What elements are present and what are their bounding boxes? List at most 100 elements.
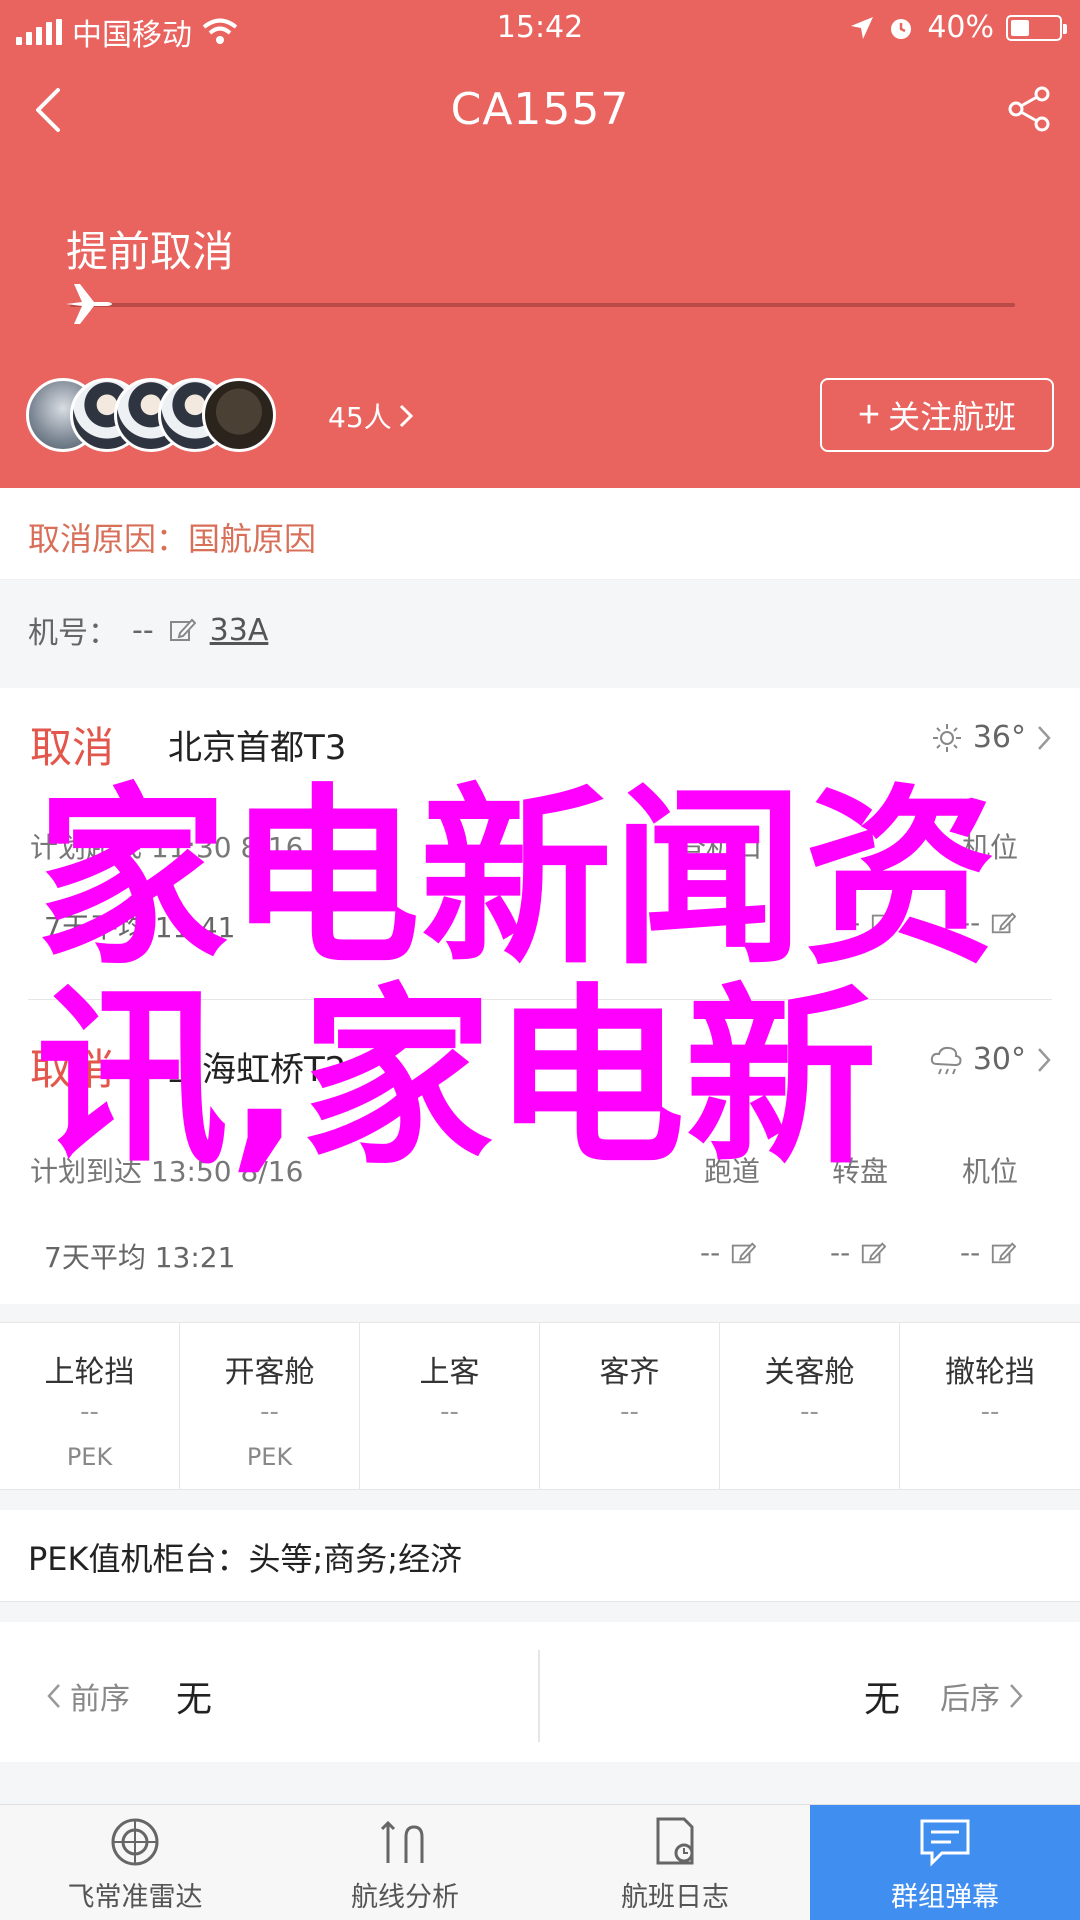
- gate-value[interactable]: --: [840, 906, 897, 939]
- arrival-weather: 30°: [929, 1042, 1052, 1077]
- cancel-reason-row: 取消原因：国航原因: [0, 488, 1080, 580]
- gate-value-text: --: [840, 906, 861, 939]
- tab-label: 飞常准雷达: [67, 1882, 203, 1913]
- departure-block[interactable]: 取消 北京首都T3 36° 计划起飞 11:30 8/16 登机口 机位 7天平…: [0, 688, 1080, 1000]
- average-time: 11:41: [154, 911, 236, 944]
- position-column-header: 机位: [961, 1155, 1018, 1188]
- grid-cell-value: --: [800, 1397, 819, 1427]
- status-bar: 中国移动 15:42 40%: [0, 0, 1080, 54]
- arrival-average: 7天平均 13:21: [44, 1236, 235, 1276]
- flight-sequence-row: 前序 无 无 后序: [0, 1622, 1080, 1762]
- runway-value-text: --: [700, 1236, 721, 1269]
- previous-flight-button[interactable]: 前序: [46, 1674, 130, 1718]
- gate-column-header: 登机口: [677, 831, 762, 864]
- carousel-column-header: 转盘: [831, 1155, 888, 1188]
- chevron-left-icon: [47, 1684, 60, 1708]
- tab-label: 群组弹幕: [891, 1882, 999, 1913]
- grid-cell: 撤轮挡 --: [900, 1323, 1080, 1491]
- battery-percent: 40%: [927, 10, 994, 45]
- arrival-airport: 上海虹桥T2: [168, 1050, 347, 1090]
- tab-group-danmaku[interactable]: 群组弹幕: [810, 1805, 1080, 1920]
- followers-count[interactable]: 45人: [328, 396, 414, 436]
- follower-avatars[interactable]: [26, 378, 326, 454]
- log-icon: [656, 1817, 694, 1865]
- bottom-tab-bar: 飞常准雷达 航线分析 航班日志 群组弹幕: [0, 1804, 1080, 1920]
- aircraft-label: 机号：: [28, 616, 118, 651]
- departure-average: 7天平均 11:41: [44, 906, 235, 946]
- tab-label: 航线分析: [351, 1882, 459, 1913]
- aircraft-type-link[interactable]: 33A: [210, 613, 269, 648]
- average-label: 7天平均: [44, 911, 146, 944]
- aircraft-number: --: [132, 612, 154, 648]
- edit-icon: [732, 1241, 757, 1263]
- tab-label: 航班日志: [621, 1882, 729, 1913]
- next-flight-button[interactable]: 后序: [940, 1674, 1024, 1718]
- arrival-block[interactable]: 取消 上海虹桥T2 30° 计划到达 13:50 8/16 跑道 转盘 机位 7…: [0, 1000, 1080, 1304]
- flight-number-title: CA1557: [450, 84, 630, 135]
- grid-cell: 客齐 --: [540, 1323, 720, 1491]
- tab-radar[interactable]: 飞常准雷达: [0, 1805, 270, 1920]
- grid-cell-label: 开客舱: [224, 1355, 315, 1390]
- section-gap: [0, 1304, 1080, 1322]
- edit-icon: [992, 1241, 1017, 1263]
- departure-temperature: 36°: [972, 720, 1026, 755]
- carousel-value[interactable]: --: [830, 1236, 887, 1269]
- plane-icon: [66, 284, 112, 324]
- follow-flight-label: 关注航班: [888, 399, 1017, 435]
- section-gap: [0, 1490, 1080, 1510]
- flight-header: 中国移动 15:42 40% CA1557 提前取消 45人 + 关注航班: [0, 0, 1080, 488]
- alarm-icon: [891, 18, 912, 39]
- arrival-status: 取消: [30, 1045, 115, 1094]
- grid-cell: 开客舱 -- PEK: [180, 1323, 360, 1491]
- cancel-reason-text: 取消原因：国航原因: [28, 520, 317, 558]
- previous-flight-value: 无: [176, 1679, 213, 1720]
- cloud-rain-icon: [930, 1046, 962, 1074]
- position-value-text: --: [960, 906, 981, 939]
- section-gap: [0, 1762, 1080, 1804]
- arrival-temperature: 30°: [972, 1042, 1026, 1077]
- avatar: [202, 378, 276, 452]
- radar-icon: [111, 1818, 159, 1866]
- navigation-bar: CA1557: [0, 70, 1080, 150]
- position-value[interactable]: --: [960, 1236, 1017, 1269]
- edit-icon[interactable]: [168, 616, 196, 644]
- arrival-scheduled: 计划到达 13:50 8/16: [30, 1150, 303, 1190]
- follow-flight-button[interactable]: + 关注航班: [820, 378, 1054, 452]
- next-flight-value: 无: [864, 1679, 901, 1720]
- grid-cell-code: PEK: [66, 1443, 113, 1471]
- scheduled-time: 11:30: [150, 831, 232, 864]
- divider: [538, 1650, 540, 1742]
- average-label: 7天平均: [44, 1241, 146, 1274]
- grid-cell-label: 撤轮挡: [945, 1355, 1035, 1390]
- section-gap: [0, 1602, 1080, 1622]
- route-icon: [380, 1820, 424, 1863]
- departure-scheduled: 计划起飞 11:30 8/16: [30, 826, 303, 866]
- location-arrow-icon: [851, 16, 874, 39]
- departure-status: 取消: [30, 723, 115, 772]
- chevron-right-icon: [1010, 1684, 1023, 1708]
- grid-cell-code: PEK: [246, 1443, 293, 1471]
- tab-route-analysis[interactable]: 航线分析: [270, 1805, 540, 1920]
- position-value[interactable]: --: [960, 906, 1017, 939]
- scheduled-date: 8/16: [240, 1155, 304, 1188]
- grid-cell: 上客 --: [360, 1323, 540, 1491]
- average-time: 13:21: [154, 1241, 236, 1274]
- grid-cell-value: --: [620, 1397, 639, 1427]
- scheduled-label: 计划起飞: [30, 831, 143, 864]
- flight-status-text: 提前取消: [66, 227, 235, 276]
- share-icon[interactable]: [1002, 82, 1056, 136]
- grid-cell-value: --: [980, 1397, 1000, 1427]
- section-gap: [0, 672, 1080, 688]
- scheduled-label: 计划到达: [30, 1155, 143, 1188]
- followers-count-label: 45人: [328, 401, 392, 434]
- grid-cell-value: --: [440, 1397, 459, 1427]
- position-column-header: 机位: [961, 831, 1018, 864]
- runway-value[interactable]: --: [700, 1236, 757, 1269]
- tab-flight-log[interactable]: 航班日志: [540, 1805, 810, 1920]
- flight-progress-bar: [70, 303, 1015, 307]
- departure-weather: 36°: [931, 720, 1052, 755]
- grid-cell-label: 客齐: [599, 1355, 660, 1390]
- chevron-right-icon: [1038, 1047, 1051, 1072]
- previous-label: 前序: [70, 1682, 130, 1717]
- plus-icon: +: [857, 393, 881, 436]
